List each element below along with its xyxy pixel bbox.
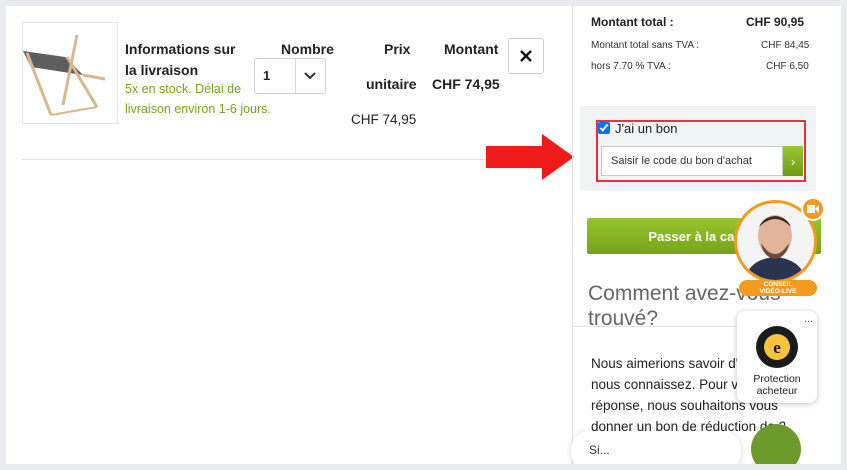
video-label-line2: VIDÉO-LIVE	[759, 288, 797, 295]
chat-preview-widget[interactable]: Si...	[571, 431, 741, 464]
close-icon	[520, 50, 532, 62]
video-play-icon[interactable]	[801, 197, 825, 221]
delivery-info-title: Informations sur la livraison	[125, 41, 236, 78]
remove-item-button[interactable]	[508, 38, 544, 74]
video-label-line1: CONSEIL	[763, 281, 793, 288]
video-advisor-label[interactable]: CONSEIL VIDÉO-LIVE	[739, 280, 817, 296]
total-label: Montant total :	[591, 15, 674, 29]
trusted-shops-seal-icon: e	[756, 326, 798, 368]
coupon-submit-button[interactable]: ›	[783, 146, 803, 176]
quantity-divider	[295, 59, 296, 93]
unit-price-header-1: Prix	[384, 41, 411, 57]
vat-label: hors 7.70 % TVA :	[591, 61, 671, 72]
deck-chair-image	[23, 34, 106, 116]
trusted-shops-badge[interactable]: ... e Protection acheteur	[737, 311, 817, 403]
net-total-value: CHF 84,45	[761, 40, 810, 51]
chevron-right-icon: ›	[790, 153, 796, 169]
page-frame: Informations sur la livraison 5x en stoc…	[6, 6, 841, 464]
stock-info-line1: 5x en stock. Délai de	[125, 82, 242, 96]
feedback-divider	[572, 326, 741, 327]
coupon-checkbox[interactable]	[598, 122, 610, 134]
total-value: CHF 90,95	[746, 15, 805, 29]
badge-menu-icon[interactable]: ...	[804, 313, 813, 325]
buyer-protection-label: Protection acheteur	[753, 373, 801, 397]
vat-value: CHF 6,50	[766, 61, 809, 72]
camera-icon	[807, 205, 819, 213]
stock-info-line2: livraison environ 1-6 jours.	[125, 102, 271, 116]
chat-preview-text: Si...	[589, 443, 610, 457]
red-arrow-icon	[486, 134, 574, 180]
coupon-code-input[interactable]: Saisir le code du bon d'achat	[601, 146, 783, 176]
cart-row-divider	[22, 159, 566, 160]
quantity-value: 1	[263, 68, 271, 83]
chevron-down-icon	[304, 72, 316, 80]
net-total-label: Montant total sans TVA :	[591, 40, 700, 51]
summary-column-border	[572, 6, 573, 464]
amount-value: CHF 74,95	[432, 76, 500, 92]
coupon-checkbox-label[interactable]: J'ai un bon	[615, 121, 677, 136]
quantity-header: Nombre	[281, 41, 334, 57]
product-thumbnail[interactable]	[22, 22, 118, 124]
quantity-select[interactable]: 1	[254, 58, 326, 94]
amount-header: Montant	[444, 41, 499, 57]
unit-price-header-2: unitaire	[366, 76, 417, 92]
svg-text:e: e	[773, 338, 781, 357]
unit-price-value: CHF 74,95	[351, 112, 417, 127]
